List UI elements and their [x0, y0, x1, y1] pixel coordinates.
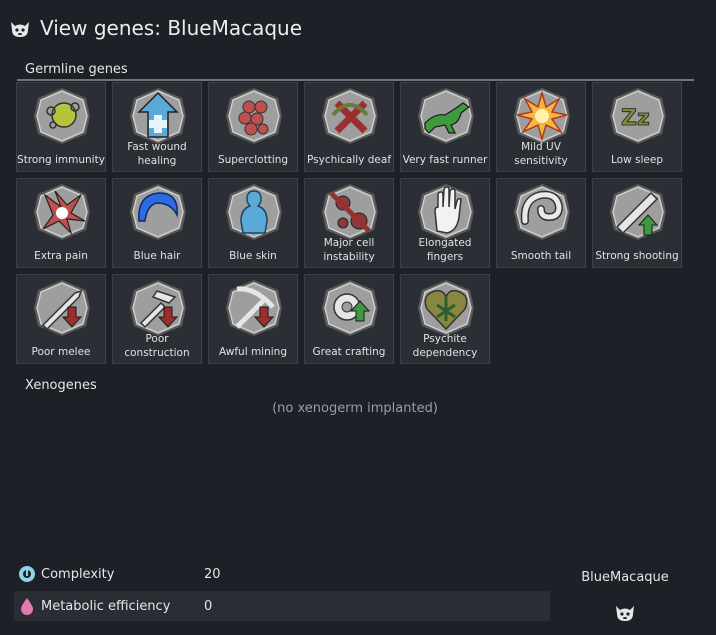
hair-icon: [130, 184, 186, 240]
gene-tile[interactable]: Strong shooting: [592, 178, 682, 268]
stat-label: Metabolic efficiency: [41, 598, 171, 614]
gene-tile[interactable]: Blue skin: [208, 178, 298, 268]
gene-tile[interactable]: Poor construction: [112, 274, 202, 364]
complexity-icon: [19, 566, 35, 582]
gene-label: Blue skin: [229, 250, 277, 262]
xenogenes-empty-message: (no xenogerm implanted): [272, 401, 438, 416]
running-animal-icon: [418, 88, 474, 144]
skin-body-icon: [226, 184, 282, 240]
immunity-cells-icon: [34, 88, 90, 144]
gene-label: Awful mining: [219, 346, 287, 358]
metabolic-drop-icon: [21, 598, 33, 615]
gene-tile[interactable]: Blue hair: [112, 178, 202, 268]
gene-tile[interactable]: Extra pain: [16, 178, 106, 268]
gene-label: Psychite dependency: [412, 333, 478, 359]
gene-tile[interactable]: Elongated fingers: [400, 178, 490, 268]
gene-tile[interactable]: Very fast runner: [400, 82, 490, 172]
rifle-up-icon: [610, 184, 666, 240]
gene-label: Great crafting: [312, 346, 386, 358]
macaque-head-icon: [616, 606, 634, 621]
gene-tile[interactable]: Major cell instability: [304, 178, 394, 268]
tail-icon: [514, 184, 570, 240]
gene-label: Psychically deaf: [306, 154, 392, 166]
svg-text:Zz: Zz: [621, 106, 650, 131]
gene-label: Poor melee: [31, 346, 91, 358]
gene-label: Superclotting: [217, 154, 289, 166]
pickaxe-down-icon: [226, 280, 282, 336]
clotting-cells-icon: [226, 88, 282, 144]
stat-value: 0: [204, 598, 213, 614]
stat-row-metabolic-efficiency[interactable]: Metabolic efficiency 0: [14, 591, 550, 621]
gene-label: Fast wound healing: [127, 141, 187, 167]
gear-up-icon: [322, 280, 378, 336]
gene-label: Very fast runner: [402, 154, 488, 166]
gene-tile[interactable]: Psychically deaf: [304, 82, 394, 172]
gene-tile[interactable]: Psychite dependency: [400, 274, 490, 364]
stat-value: 20: [204, 566, 221, 582]
window-title: View genes: BlueMacaque: [40, 16, 303, 40]
gene-label: Smooth tail: [510, 250, 572, 262]
germline-section-header: Germline genes: [17, 60, 694, 81]
psychic-deaf-icon: [322, 88, 378, 144]
gene-tile[interactable]: Smooth tail: [496, 178, 586, 268]
gene-viewer-window: View genes: BlueMacaque Germline genes S…: [0, 0, 716, 635]
gene-label: Extra pain: [34, 250, 88, 262]
gene-label: Major cell instability: [323, 237, 375, 263]
gene-label: Low sleep: [611, 154, 663, 166]
gene-label: Strong immunity: [17, 154, 105, 166]
psychite-leaf-heart-icon: [418, 280, 474, 336]
stat-row-complexity[interactable]: Complexity 20: [14, 559, 550, 589]
sleep-zz-icon: Zz: [610, 88, 666, 144]
gene-tile[interactable]: Poor melee: [16, 274, 106, 364]
macaque-head-icon: [11, 22, 29, 37]
gene-label: Strong shooting: [595, 250, 679, 262]
gene-tile[interactable]: Awful mining: [208, 274, 298, 364]
gene-label: Poor construction: [124, 333, 190, 359]
cell-instability-icon: [322, 184, 378, 240]
xenotype-name: BlueMacaque: [581, 570, 669, 585]
gene-label: Elongated fingers: [418, 237, 472, 263]
xenogenes-section-header: Xenogenes: [25, 378, 97, 393]
pain-burst-icon: [34, 184, 90, 240]
wound-healing-arrow-icon: [130, 88, 186, 144]
gene-tile[interactable]: Mild UV sensitivity: [496, 82, 586, 172]
gene-tile[interactable]: Fast wound healing: [112, 82, 202, 172]
sword-down-icon: [34, 280, 90, 336]
gene-tile[interactable]: Great crafting: [304, 274, 394, 364]
hand-icon: [418, 184, 474, 240]
gene-label: Blue hair: [133, 250, 181, 262]
gene-tile[interactable]: Zz Low sleep: [592, 82, 682, 172]
gene-tile[interactable]: Strong immunity: [16, 82, 106, 172]
hammer-down-icon: [130, 280, 186, 336]
gene-label: Mild UV sensitivity: [514, 141, 568, 167]
gene-tile[interactable]: Superclotting: [208, 82, 298, 172]
title-bar: View genes: BlueMacaque: [8, 16, 302, 40]
stat-label: Complexity: [41, 566, 115, 582]
uv-burst-icon: [514, 88, 570, 144]
